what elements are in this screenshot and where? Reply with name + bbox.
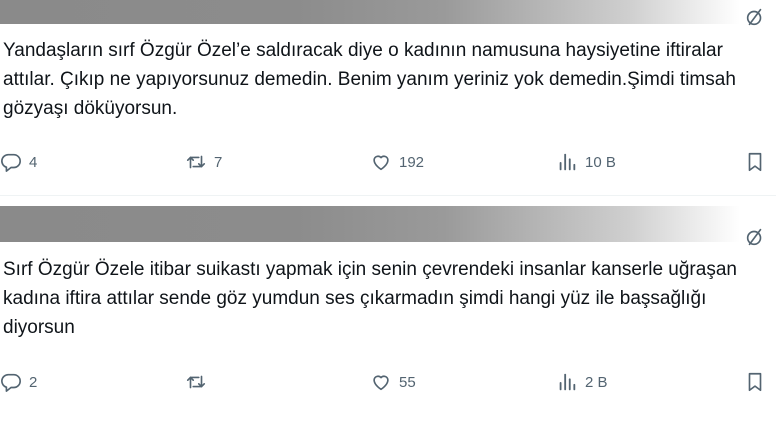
bookmark-button[interactable] [744, 367, 766, 397]
views-bar-chart-icon [559, 373, 576, 391]
reply-count: 4 [29, 153, 38, 171]
tweet[interactable]: Sırf Özgür Özele itibar suikastı yapmak … [0, 196, 776, 434]
tweet-text: Sırf Özgür Özele itibar suikastı yapmak … [3, 259, 743, 338]
redacted-author-header [0, 206, 740, 242]
bookmark-icon [748, 372, 762, 392]
reply-thread: Yandaşların sırf Özgür Özel’e saldıracak… [0, 0, 776, 434]
views-button[interactable]: 2 B [556, 367, 608, 397]
reply-count: 2 [29, 373, 38, 391]
tweet[interactable]: Yandaşların sırf Özgür Özel’e saldıracak… [0, 0, 776, 196]
reply-icon [1, 153, 21, 172]
like-count: 192 [399, 153, 425, 171]
view-count: 10 B [585, 153, 616, 171]
retweet-button[interactable] [185, 367, 214, 397]
retweet-button[interactable]: 7 [185, 147, 222, 177]
grok-slash-circle-icon[interactable] [744, 6, 766, 28]
grok-slash-circle-icon[interactable] [744, 226, 766, 248]
reply-button[interactable]: 2 [0, 367, 37, 397]
views-bar-chart-icon [559, 153, 576, 171]
view-count: 2 B [585, 373, 608, 391]
heart-icon [373, 155, 389, 171]
heart-icon [373, 375, 389, 391]
bookmark-button[interactable] [744, 147, 766, 177]
retweet-icon [186, 375, 206, 389]
tweet-actions: 2 55 2 B [0, 367, 776, 397]
tweet-text: Yandaşların sırf Özgür Özel’e saldıracak… [3, 40, 742, 119]
retweet-count: 7 [214, 153, 223, 171]
like-button[interactable]: 55 [370, 367, 416, 397]
redacted-author-header [0, 0, 740, 24]
reply-button[interactable]: 4 [0, 147, 37, 177]
bookmark-icon [748, 152, 762, 172]
views-button[interactable]: 10 B [556, 147, 616, 177]
retweet-icon [186, 155, 206, 169]
tweet-actions: 4 7 192 10 B [0, 147, 776, 177]
like-button[interactable]: 192 [370, 147, 424, 177]
reply-icon [1, 373, 21, 392]
like-count: 55 [399, 373, 416, 391]
